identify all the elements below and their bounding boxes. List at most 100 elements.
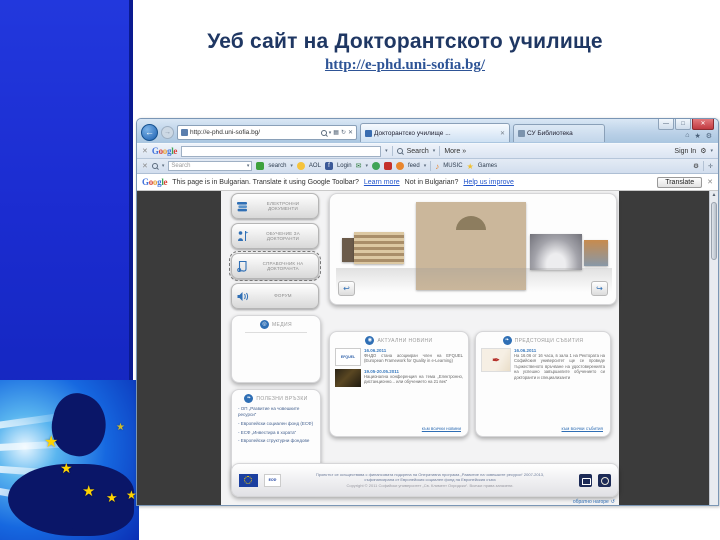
sign-in-button[interactable]: Sign In [674,148,696,155]
games-star-icon[interactable]: ★ [467,162,474,171]
youtube-icon[interactable] [384,162,393,170]
translate-message: This page is in Bulgarian. Translate it … [172,178,359,186]
search-go-icon[interactable] [256,162,265,170]
gear-icon[interactable]: ⚙ [706,132,712,140]
chevron-down-icon[interactable]: ▾ [290,163,293,169]
events-card-title: ПРЕДСТОЯЩИ СЪБИТИЯ [514,337,584,344]
help-improve-link[interactable]: Help us improve [463,179,514,186]
toolbar-search-input[interactable]: Search ▾ [168,161,253,171]
carousel-thumb[interactable] [530,234,582,270]
chevron-down-icon[interactable]: ▾ [385,148,388,154]
tab-active[interactable]: Докторантско училище ... ✕ [360,123,510,142]
facebook-icon[interactable]: f [324,162,333,170]
esf-logo: ЕСФ [264,473,281,487]
address-bar[interactable]: http://e-phd.uni-sofia.bg/ ▾ ▦ ↻ ✕ [177,125,357,140]
chrome-action-icons: ⌂ ★ ⚙ [685,132,712,140]
maximize-button[interactable]: □ [675,119,691,130]
page-footer: ЕСФ Проектът се осъществява с финансоват… [231,463,619,497]
vertical-scrollbar[interactable]: ▲ [709,191,718,505]
all-news-link[interactable]: към всички новини [422,426,461,431]
more-menu[interactable]: More » [444,148,466,155]
menu-button-forum[interactable]: ФОРУМ [231,283,319,309]
feed-label: feed [408,163,420,169]
divider [245,332,307,333]
aol-icon[interactable] [296,162,305,170]
login-label: Login [336,163,352,169]
page-viewport: ЕЛЕКТРОННИ ДОКУМЕНТИ ОБУЧЕНИЕ ЗА ДОКТОРА… [137,191,718,505]
search-icon[interactable] [151,163,158,169]
media-card[interactable]: ◎ МЕДИЯ [231,315,321,383]
globe-icon[interactable] [372,162,381,170]
page-title: Уеб сайт на Докторантското училище [207,30,603,53]
music-label: MUSIC [443,163,463,169]
menu-button-training[interactable]: ОБУЧЕНИЕ ЗА ДОКТОРАНТИ [231,223,319,249]
forward-button[interactable]: → [161,126,174,139]
close-icon[interactable]: ✕ [707,178,713,186]
useful-link[interactable]: - Европейски социален фонд (ЕСФ) [232,418,320,427]
search-icon [396,148,403,154]
scroll-up-arrow[interactable]: ▲ [710,191,718,200]
news-card-header: ◉ АКТУАЛНИ НОВИНИ [330,332,468,345]
footer-line2: съфинансирана от Европейския социален фо… [364,477,496,482]
scrollbar-thumb[interactable] [711,202,717,260]
chevron-down-icon[interactable]: ▾ [162,163,165,169]
mail-icon[interactable]: ✉ [356,162,362,170]
divider [391,146,393,156]
webpage-content: ЕЛЕКТРОННИ ДОКУМЕНТИ ОБУЧЕНИЕ ЗА ДОКТОРА… [221,191,619,505]
photo-reflection [336,268,612,292]
news-item[interactable]: EFQUEL 16.06.2011 ФНДО стана асоцииран ч… [330,345,468,366]
toolbar-search-button[interactable]: search [268,163,286,169]
menu-button-documents[interactable]: ЕЛЕКТРОННИ ДОКУМЕНТИ [231,193,319,219]
favorites-icon[interactable]: ★ [694,132,700,140]
scroll-icon [237,260,247,272]
chevron-down-icon[interactable]: ▾ [329,130,332,136]
menu-label: СПРАВОЧНИК НА ДОКТОРАНТА [262,260,304,271]
compatibility-icon[interactable]: ▦ [333,129,339,136]
chevron-down-icon[interactable]: ▾ [366,163,369,169]
feed-icon[interactable] [396,162,405,170]
carousel-prev-button[interactable]: ↩ [338,281,355,296]
expand-icon[interactable]: ✛ [708,163,713,170]
chevron-down-icon[interactable]: ▾ [710,148,713,154]
useful-link[interactable]: - Европейски структурни фондове [232,435,320,444]
home-icon[interactable]: ⌂ [685,132,689,140]
speaker-icon [237,291,249,301]
chevron-down-icon[interactable]: ▾ [424,163,427,169]
chevron-down-icon[interactable]: ▾ [433,148,436,154]
learn-more-link[interactable]: Learn more [364,179,400,186]
google-search-input[interactable] [181,145,382,157]
all-events-link[interactable]: към всички събития [562,426,603,431]
tab-background[interactable]: СУ Библиотека [513,123,605,142]
close-icon[interactable]: ✕ [500,130,505,137]
close-button[interactable]: ✕ [692,119,714,130]
useful-link[interactable]: - ОП „Развитие на човешките ресурси“ [232,403,320,418]
gear-icon[interactable]: ⚙ [693,162,699,170]
eu-star-icon: ★ [116,422,125,433]
close-icon[interactable]: ✕ [142,147,148,155]
back-to-top-link[interactable]: обратно нагоре ↺ [573,499,615,505]
close-icon[interactable]: ✕ [142,162,148,170]
stop-icon[interactable]: ✕ [348,129,353,136]
music-icon[interactable]: ♪ [435,162,439,171]
news-text: Национална конференция на тема „Електрон… [364,374,463,385]
minimize-button[interactable]: — [658,119,674,130]
site-hyperlink[interactable]: http://e-phd.uni-sofia.bg/ [325,57,485,74]
refresh-icon[interactable]: ↻ [341,129,346,136]
url-text[interactable]: http://e-phd.uni-sofia.bg/ [190,129,319,136]
doctoral-school-logo [579,473,592,487]
event-text: На 16.06 от 16 часа, в зала 1 на Ректора… [514,353,605,380]
google-search-button[interactable]: Search [407,148,429,155]
menu-button-handbook[interactable]: СПРАВОЧНИК НА ДОКТОРАНТА [229,251,321,281]
carousel-thumb[interactable] [584,240,608,266]
translate-button[interactable]: Translate [657,176,703,188]
eu-star-icon: ★ [106,490,118,505]
carousel-thumb[interactable] [354,232,404,264]
back-button[interactable]: ← [141,124,158,141]
gear-icon[interactable]: ⚙ [700,147,706,155]
google-logo: Google [151,146,178,156]
news-item[interactable]: 19.05-20.05.2011 Национална конференция … [330,366,468,387]
search-icon[interactable] [320,129,327,136]
useful-link[interactable]: - ЕСФ „Инвестира в хората“ [232,427,320,436]
event-item[interactable]: ✒ 16.06.2011 На 16.06 от 16 часа, в зала… [476,345,610,380]
carousel-next-button[interactable]: ↪ [591,281,608,296]
